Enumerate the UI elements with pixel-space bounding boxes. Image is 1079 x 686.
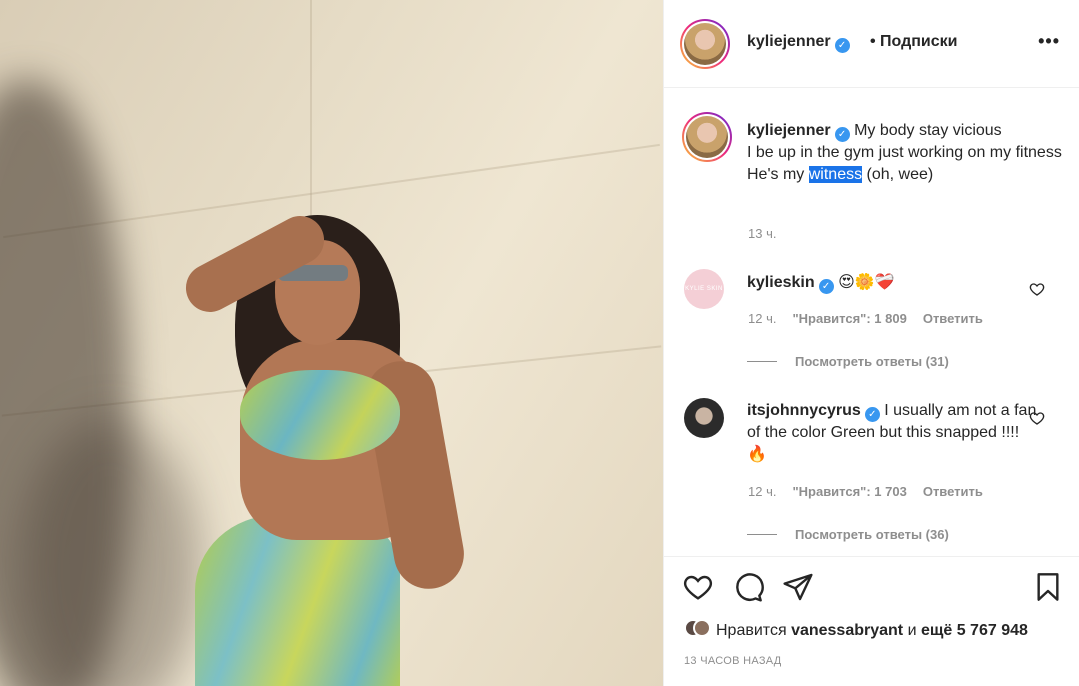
likes-count[interactable]: ещё 5 767 948: [921, 622, 1028, 639]
author-avatar[interactable]: [680, 19, 730, 69]
author-name[interactable]: kyliejenner ✓: [747, 33, 850, 53]
view-replies-button[interactable]: Посмотреть ответы (36): [747, 527, 949, 542]
verified-badge-icon: ✓: [864, 407, 880, 422]
post-actions: Нравится vanessabryant и ещё 5 767 948 1…: [664, 556, 1079, 686]
reply-button[interactable]: Ответить: [923, 484, 983, 499]
reply-button[interactable]: Ответить: [923, 311, 983, 326]
view-replies-button[interactable]: Посмотреть ответы (31): [747, 354, 949, 369]
liker-username[interactable]: vanessabryant: [791, 622, 903, 639]
verified-badge-icon: ✓: [818, 279, 834, 294]
post-header: kyliejenner ✓ • Подписки •••: [664, 0, 1079, 88]
caption-line-1: My body stay vicious: [854, 122, 1002, 139]
caption-highlight: witness: [808, 166, 863, 183]
comment-avatar-kylieskin[interactable]: KYLIE SKIN: [684, 269, 724, 309]
post-timestamp[interactable]: 13 ЧАСОВ НАЗАД: [684, 655, 782, 667]
post-side-panel: kyliejenner ✓ • Подписки ••• kyliejenner ✓…: [663, 0, 1079, 686]
likes-summary: Нравится vanessabryant и ещё 5 767 948: [684, 619, 1028, 640]
more-options-icon[interactable]: •••: [1038, 32, 1060, 50]
liker-avatars[interactable]: [684, 619, 711, 639]
caption-author-avatar[interactable]: [682, 112, 732, 162]
comment-avatar-itsjohnnycyrus[interactable]: [684, 398, 724, 438]
comment-meta: 12 ч. "Нравится": 1 809 Ответить: [748, 311, 983, 326]
paper-plane-icon[interactable]: [782, 571, 814, 603]
following-button[interactable]: • Подписки: [870, 33, 958, 51]
caption-line-3-post: (oh, wee): [862, 166, 934, 183]
caption-timestamp: 13 ч.: [748, 226, 777, 241]
comment-likes-count[interactable]: "Нравится": 1 809: [792, 311, 906, 326]
comment-author[interactable]: itsjohnnycyrus: [747, 402, 861, 419]
comment-like-heart-icon[interactable]: [1029, 281, 1045, 297]
post-photo[interactable]: [0, 0, 663, 686]
verified-badge-icon: ✓: [834, 127, 850, 142]
heart-icon[interactable]: [682, 571, 714, 603]
caption-line-3-pre: He's my: [747, 166, 809, 183]
comment-author[interactable]: kylieskin: [747, 274, 815, 291]
comment-text: kylieskin ✓ 😍🌼❤️‍🩹: [747, 274, 895, 294]
comment-meta: 12 ч. "Нравится": 1 703 Ответить: [748, 484, 983, 499]
post-caption: kyliejenner ✓ My body stay vicious I be u…: [747, 120, 1067, 186]
comment-like-heart-icon[interactable]: [1029, 410, 1045, 426]
bookmark-icon[interactable]: [1032, 571, 1064, 603]
caption-author[interactable]: kyliejenner: [747, 122, 831, 139]
caption-line-2: I be up in the gym just working on my fi…: [747, 144, 1062, 161]
comment-icon[interactable]: [732, 571, 764, 603]
verified-badge-icon: ✓: [834, 38, 850, 53]
comment-likes-count[interactable]: "Нравится": 1 703: [792, 484, 906, 499]
comment-text: itsjohnnycyrus ✓ I usually am not a fan o…: [747, 402, 1037, 463]
